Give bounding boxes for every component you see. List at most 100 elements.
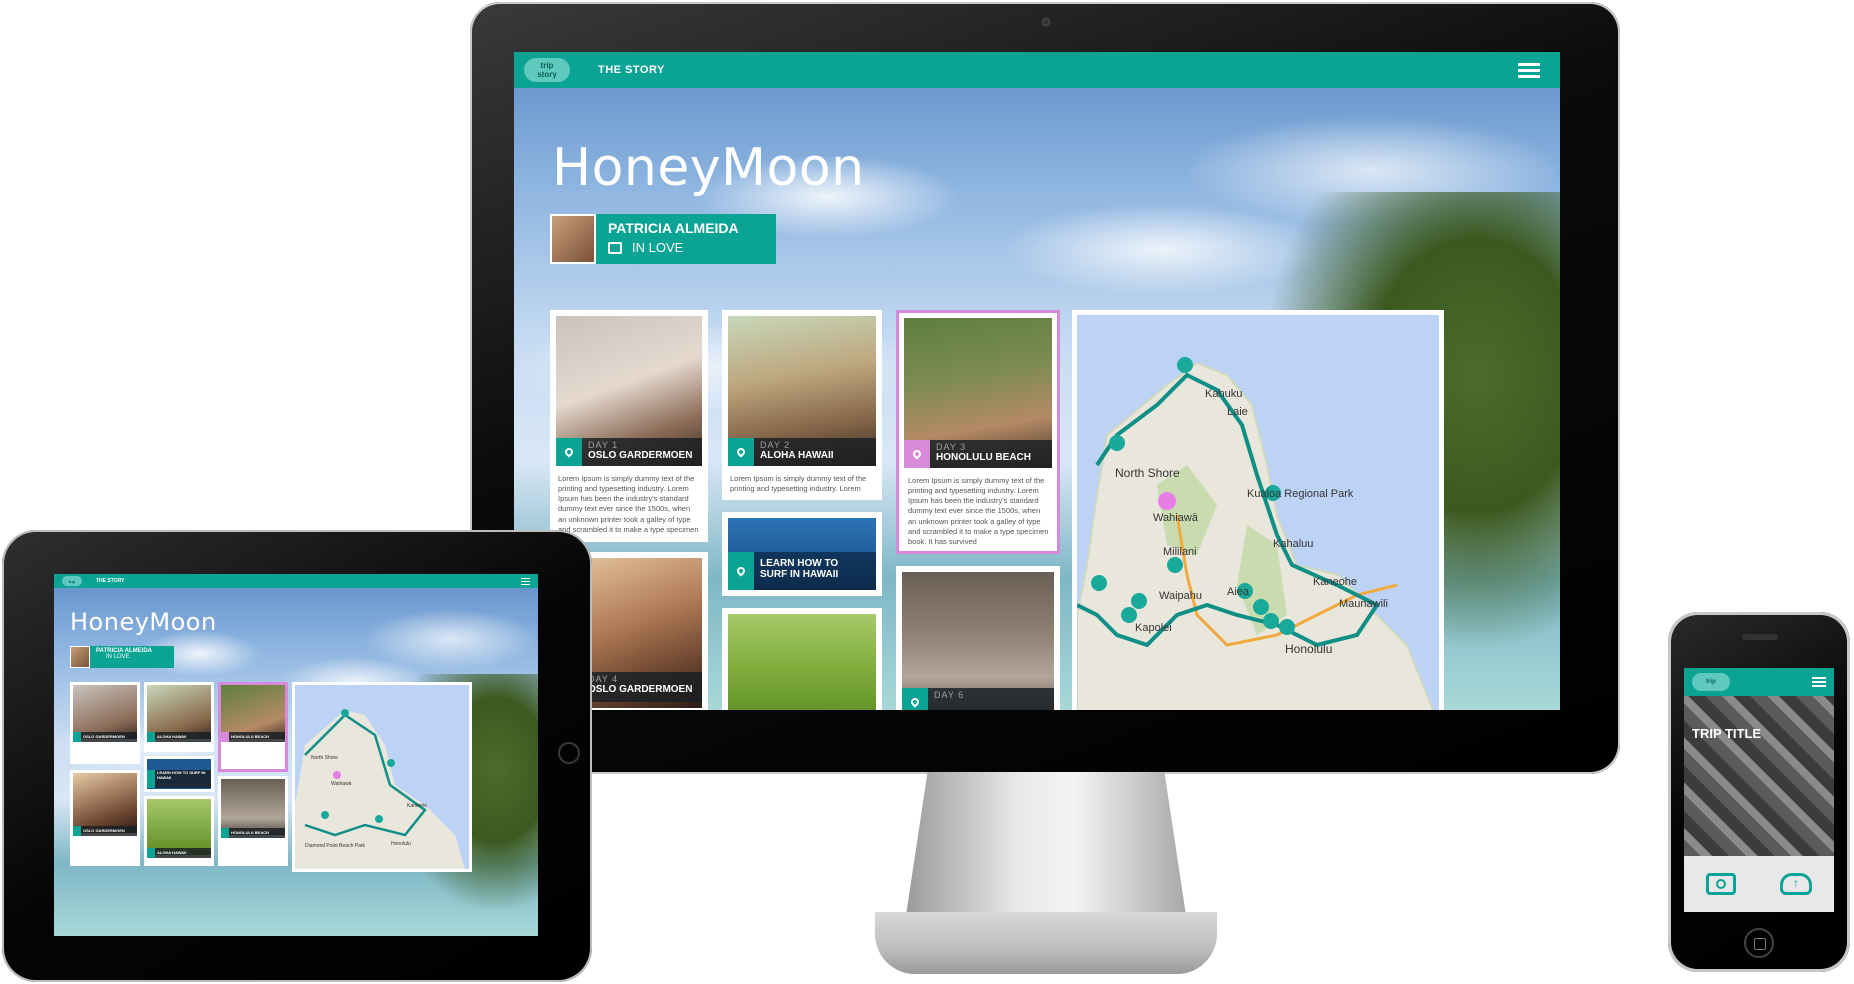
card-caption: DAY 2 ALOHA HAWAII — [728, 438, 876, 466]
map-pin — [1121, 607, 1137, 623]
menu-line — [521, 577, 530, 579]
story-card-surf[interactable]: LEARN HOW TO SURF IN HAWAII — [722, 512, 882, 596]
tablet-home-button[interactable] — [558, 742, 580, 764]
map-label: Laie — [1227, 406, 1248, 418]
map-label: Kaneohe — [1313, 576, 1357, 588]
map-pin — [387, 759, 395, 767]
tablet-card[interactable]: HONOLULU BEACH — [218, 776, 288, 866]
author-badge[interactable]: PATRICIA ALMEIDA IN LOVE — [550, 214, 776, 264]
tablet-card-selected[interactable]: HONOLULU BEACH — [218, 682, 288, 772]
tablet-screen: trip THE STORY HoneyMoon PATRICIA ALMEID… — [54, 574, 538, 936]
card-text: Lorem Ipsum is simply dummy text of the … — [558, 474, 699, 534]
tripstory-logo[interactable]: trip story — [524, 58, 570, 82]
phone-home-button[interactable] — [1744, 928, 1774, 958]
logo-bottom-text: story — [537, 70, 557, 79]
map-label: Honolulu — [391, 841, 411, 847]
card-place: ALOHA HAWAII — [760, 450, 834, 461]
story-card-day2[interactable]: DAY 2 ALOHA HAWAII Lorem Ipsum is simply… — [722, 310, 882, 500]
route-map[interactable]: Kahuku Laie North Shore Kualoa Regional … — [1072, 310, 1444, 710]
card-place: OSLO GARDERMOEN — [83, 734, 125, 739]
location-pin-icon — [728, 552, 754, 590]
hamburger-menu-icon[interactable] — [1518, 62, 1540, 78]
phone-speaker — [1742, 634, 1778, 640]
story-title: HoneyMoon — [552, 138, 865, 198]
card-photo — [221, 779, 285, 835]
location-pin-icon — [728, 438, 754, 466]
tablet-top-bar: trip THE STORY — [54, 574, 538, 588]
card-place: LEARN HOW TO SURF IN HAWAII — [157, 770, 206, 780]
card-caption: DAY 3 HONOLULU BEACH — [904, 440, 1052, 468]
tablet-card[interactable]: OSLO GARDERMOEN — [70, 682, 140, 764]
tablet-card[interactable]: LEARN HOW TO SURF IN HAWAII — [144, 756, 214, 792]
card-caption: LEARN HOW TO SURF IN HAWAII — [147, 770, 211, 788]
nav-title[interactable]: THE STORY — [96, 578, 124, 584]
card-day: DAY 3 — [936, 442, 967, 452]
tablet-card[interactable]: OSLO GARDERMOEN — [70, 770, 140, 866]
author-avatar — [550, 214, 596, 264]
map-label: Maunawili — [1339, 598, 1388, 610]
cloud-upload-icon[interactable]: ↑ — [1780, 873, 1812, 895]
map-pin — [321, 811, 329, 819]
map-svg: Kahuku Laie North Shore Kualoa Regional … — [1077, 357, 1435, 710]
map-label: Kaneohe — [407, 803, 427, 809]
logo-top-text: trip — [540, 61, 554, 70]
card-photo — [147, 799, 211, 855]
story-card-grass[interactable] — [722, 608, 882, 710]
card-place: ALOHA HAWAII — [157, 850, 187, 855]
card-place: HONOLULU BEACH — [231, 830, 269, 835]
camera-dot — [1042, 18, 1050, 26]
camera-lens — [1716, 879, 1726, 889]
camera-icon[interactable] — [1706, 873, 1736, 895]
phone-action-bar: ↑ — [1684, 856, 1834, 912]
logo-top-text: trip — [68, 578, 76, 584]
menu-line — [521, 580, 530, 582]
tripstory-logo[interactable]: trip — [1692, 673, 1730, 691]
card-photo — [728, 614, 876, 710]
map-label: Aiea — [1227, 586, 1250, 598]
monitor-stand — [905, 772, 1187, 922]
map-pin — [1253, 599, 1269, 615]
story-title: HoneyMoon — [70, 608, 217, 636]
map-pin — [1177, 357, 1193, 373]
card-caption: DAY 6 — [902, 688, 1054, 710]
monitor-stand-base — [875, 912, 1217, 974]
menu-line — [1518, 68, 1540, 72]
map-label: Kahuku — [1205, 388, 1242, 400]
card-day: DAY 4 — [588, 674, 619, 684]
story-card-day6[interactable]: DAY 6 — [896, 566, 1060, 710]
card-photo — [73, 773, 137, 833]
map-pin — [1131, 593, 1147, 609]
location-pin-icon — [904, 440, 930, 468]
map-pin — [1091, 575, 1107, 591]
tablet-route-map[interactable]: North Shore Wahiawā Kaneohe Honolulu Dia… — [292, 682, 472, 872]
nav-title[interactable]: THE STORY — [598, 64, 665, 76]
map-pin — [1263, 613, 1279, 629]
story-card-day1[interactable]: DAY 1 OSLO GARDERMOEN Lorem Ipsum is sim… — [550, 310, 708, 542]
card-caption: HONOLULU BEACH — [221, 828, 285, 838]
menu-line — [1812, 685, 1826, 687]
map-label: Kapolei — [1135, 622, 1172, 634]
card-caption: OSLO GARDERMOEN — [73, 826, 137, 836]
card-place: HONOLULU BEACH — [231, 734, 269, 739]
menu-line — [1518, 62, 1540, 66]
map-label: Waipahu — [1159, 590, 1202, 602]
card-place: HONOLULU BEACH — [936, 452, 1031, 463]
tablet-card[interactable]: ALOHA HAWAII — [144, 682, 214, 752]
card-place: LEARN HOW TO SURF IN HAWAII — [760, 558, 839, 580]
story-card-day3[interactable]: DAY 3 HONOLULU BEACH Lorem Ipsum is simp… — [896, 310, 1060, 554]
map-pin-selected — [1158, 492, 1176, 510]
location-pin-icon — [556, 438, 582, 466]
menu-line — [1812, 681, 1826, 683]
tablet-card[interactable]: ALOHA HAWAII — [144, 796, 214, 866]
author-info: PATRICIA ALMEIDA IN LOVE — [596, 214, 776, 264]
trip-title[interactable]: TRIP TITLE — [1692, 726, 1761, 741]
author-badge[interactable]: PATRICIA ALMEIDA IN LOVE — [70, 646, 174, 668]
card-caption: HONOLULU BEACH — [221, 732, 285, 742]
hamburger-menu-icon[interactable] — [521, 577, 530, 585]
card-caption: LEARN HOW TO SURF IN HAWAII — [728, 552, 876, 590]
card-photo — [147, 685, 211, 739]
tripstory-logo[interactable]: trip — [62, 576, 82, 586]
hamburger-menu-icon[interactable] — [1812, 677, 1826, 687]
apple-logo-icon — [1030, 724, 1060, 754]
card-caption: DAY 1 OSLO GARDERMOEN — [556, 438, 702, 466]
